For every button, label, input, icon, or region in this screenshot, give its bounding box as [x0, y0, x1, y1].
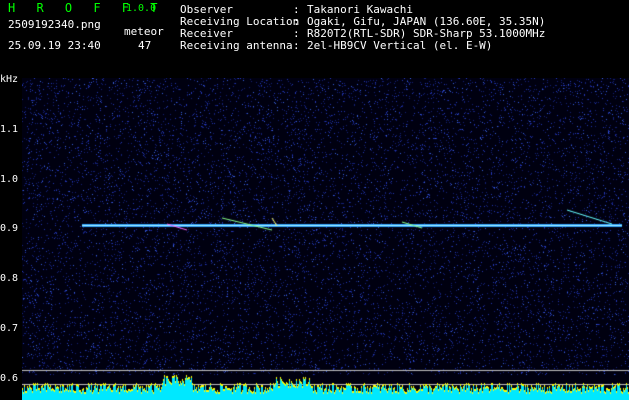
spectrogram-area	[22, 78, 629, 400]
y-axis-unit: kHz	[0, 74, 19, 85]
y-tick-0-9: 0.9	[0, 223, 19, 234]
meteor-count: 47	[138, 39, 152, 52]
spectrogram-canvas	[22, 78, 629, 400]
capture-filename: 2509192340.png	[8, 18, 101, 31]
y-tick-1-1: 1.1	[0, 124, 19, 135]
capture-timestamp: 25.09.19 23:40	[8, 39, 101, 52]
y-tick-0-8: 0.8	[0, 273, 19, 284]
meteor-label: meteor	[124, 25, 164, 38]
header-panel: H R O F F T 1.0.0 2509192340.png meteor …	[0, 0, 629, 72]
y-tick-1-0: 1.0	[0, 174, 19, 185]
antenna-label: Receiving antenna	[180, 39, 293, 52]
y-tick-0-7: 0.7	[0, 323, 19, 334]
app-version: 1.0.0	[126, 3, 157, 14]
antenna-sep: :	[293, 39, 300, 52]
y-tick-0-6: 0.6	[0, 373, 19, 384]
antenna-value: 2el-HB9CV Vertical (el. E-W)	[307, 39, 493, 52]
